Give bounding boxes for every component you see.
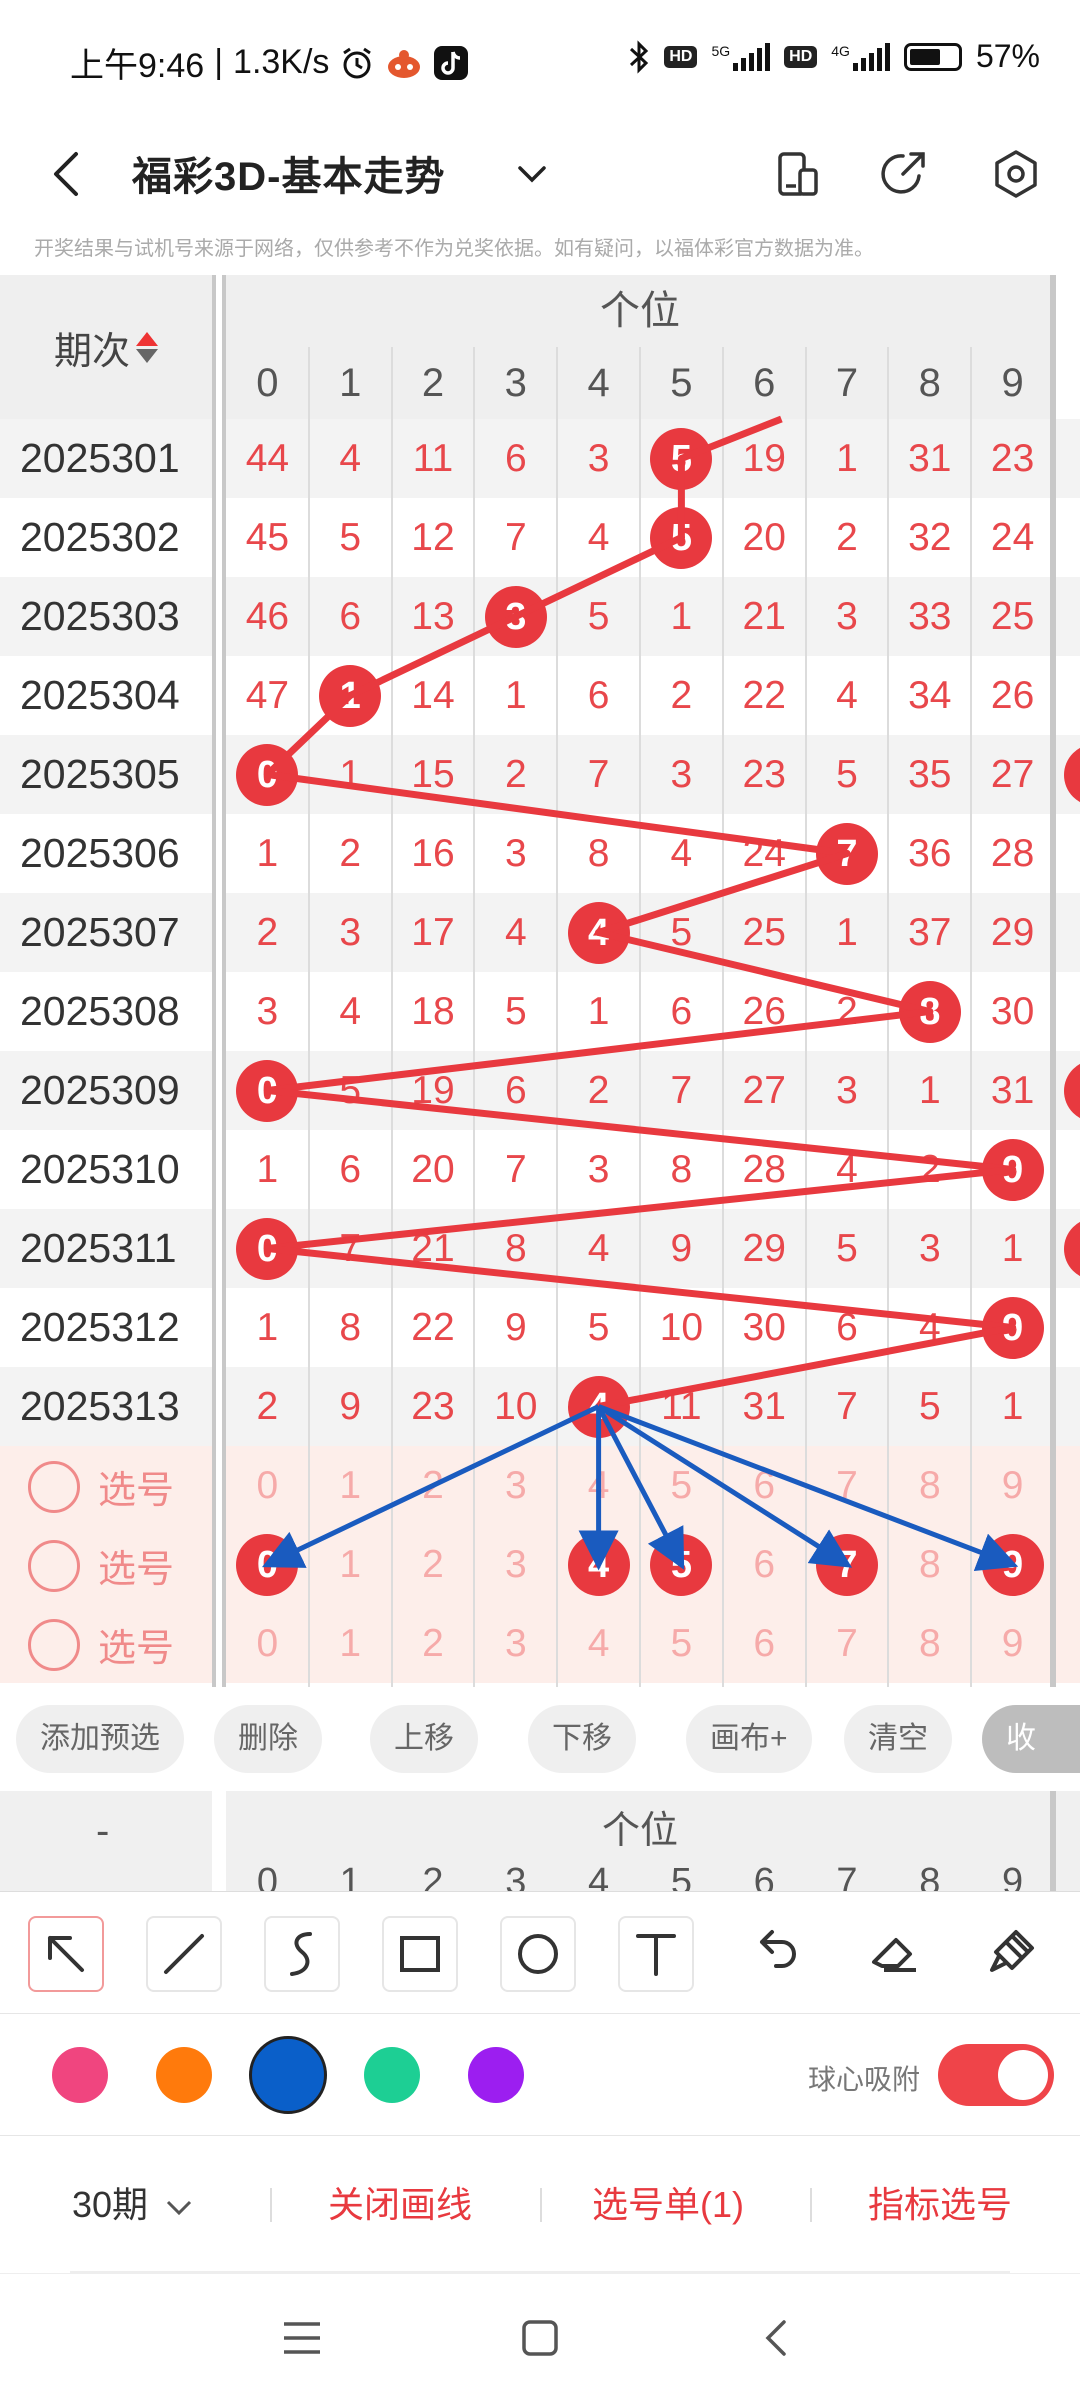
signal-5g: 5G bbox=[711, 42, 771, 71]
close-lines-button[interactable]: 关闭画线 bbox=[328, 2176, 472, 2228]
trend-line-segment bbox=[512, 534, 685, 620]
share-icon[interactable] bbox=[875, 146, 931, 202]
indicator-pick-button[interactable]: 指标选号 bbox=[868, 2176, 1012, 2228]
network-speed: 1.3K/s bbox=[233, 43, 330, 81]
battery-icon bbox=[903, 42, 962, 71]
disclaimer-text: 开奖结果与试机号来源于网络，仅供参考不作为兑奖依据。如有疑问，以福体彩官方数据为… bbox=[34, 238, 874, 260]
trend-line-segment bbox=[263, 1245, 1017, 1331]
status-left: 上午9:46 | 1.3K/s bbox=[70, 38, 469, 87]
color-swatch[interactable] bbox=[156, 2047, 212, 2103]
peek-digit-4: 4 bbox=[588, 1861, 610, 1891]
pick-list-button[interactable]: 选号单(1) bbox=[592, 2176, 744, 2228]
clear-brush-icon[interactable] bbox=[976, 1916, 1052, 1992]
separator bbox=[540, 2188, 542, 2222]
circle-tool-icon[interactable] bbox=[500, 1916, 576, 1992]
trend-line-overlay bbox=[261, 415, 1019, 1572]
device-icon[interactable] bbox=[770, 146, 826, 202]
hd-badge-2: HD bbox=[784, 45, 818, 68]
trend-line-segment bbox=[263, 1166, 1017, 1252]
curve-tool-icon[interactable] bbox=[264, 1916, 340, 1992]
network-type-2: 4G bbox=[831, 42, 850, 59]
period-count-label: 30期 bbox=[72, 2184, 149, 2225]
bluetooth-icon bbox=[630, 39, 649, 74]
back-nav-icon[interactable] bbox=[756, 2316, 800, 2360]
color-palette: 球心吸附 bbox=[0, 2013, 1080, 2135]
alarm-icon bbox=[343, 47, 372, 78]
chevron-down-icon[interactable] bbox=[512, 154, 552, 194]
period-count-select[interactable]: 30期 bbox=[72, 2176, 196, 2228]
trend-line-segment bbox=[263, 771, 851, 857]
action-bar: 添加预选 删除 上移 下移 画布+ 清空 收起 bbox=[0, 1687, 1080, 1823]
peek-digit-9: 9 bbox=[1002, 1861, 1024, 1891]
page-title[interactable]: 福彩3D-基本走势 bbox=[132, 144, 445, 202]
peek-digit-7: 7 bbox=[836, 1861, 858, 1891]
app-notification-icon bbox=[388, 49, 421, 78]
trend-line-segment bbox=[346, 613, 520, 699]
status-right: HD 5G HD 4G 57% bbox=[628, 38, 1040, 75]
back-arrow-icon[interactable] bbox=[42, 146, 92, 202]
signal-4g: 4G bbox=[831, 42, 890, 71]
trend-line-segment bbox=[595, 850, 851, 936]
status-separator: | bbox=[214, 43, 224, 81]
add-preselect-button[interactable]: 添加预选 bbox=[16, 1705, 184, 1773]
peek-digits: 0 1 2 3 4 5 6 7 8 9 bbox=[226, 1861, 1054, 1891]
peek-digit-5: 5 bbox=[670, 1861, 692, 1891]
snap-toggle[interactable] bbox=[938, 2044, 1054, 2106]
bottom-bar: 30期 关闭画线 选号单(1) 指标选号 bbox=[0, 2135, 1080, 2273]
color-swatch[interactable] bbox=[364, 2047, 420, 2103]
peek-group-label: 个位 bbox=[601, 1810, 678, 1852]
signal-bars-2-icon bbox=[852, 42, 890, 71]
text-tool-icon[interactable] bbox=[618, 1916, 694, 1992]
signal-bars-1-icon bbox=[733, 42, 771, 71]
status-bar: 上午9:46 | 1.3K/s HD 5G HD 4G 57% bbox=[0, 0, 1080, 118]
separator bbox=[270, 2188, 272, 2222]
arrow-tool-icon[interactable] bbox=[28, 1916, 104, 1992]
menu-icon[interactable] bbox=[280, 2316, 324, 2360]
snap-label: 球心吸附 bbox=[808, 2064, 921, 2095]
undo-icon[interactable] bbox=[740, 1916, 816, 1992]
trend-line-segment bbox=[595, 1324, 1017, 1410]
peek-digit-6: 6 bbox=[753, 1861, 775, 1891]
secondary-table-peek: - 个位 0 1 2 3 4 5 6 7 8 9 bbox=[0, 1791, 1080, 1891]
peek-digit-0: 0 bbox=[256, 1861, 278, 1891]
settings-icon[interactable] bbox=[988, 146, 1044, 202]
canvas-plus-button[interactable]: 画布+ bbox=[686, 1705, 812, 1773]
pick-arrow bbox=[261, 1404, 600, 1568]
network-type-1: 5G bbox=[711, 42, 731, 59]
move-up-button[interactable]: 上移 bbox=[370, 1705, 478, 1773]
peek-period-label: - bbox=[96, 1809, 110, 1853]
delete-button[interactable]: 删除 bbox=[214, 1705, 322, 1773]
app-header: 福彩3D-基本走势 bbox=[0, 118, 1080, 230]
peek-digit-1: 1 bbox=[339, 1861, 361, 1891]
line-tool-icon[interactable] bbox=[146, 1916, 222, 1992]
peek-digit-3: 3 bbox=[505, 1861, 527, 1891]
peek-divider bbox=[212, 1791, 226, 1891]
color-swatch[interactable] bbox=[52, 2047, 108, 2103]
eraser-icon[interactable] bbox=[858, 1916, 934, 1992]
trend-line-segment bbox=[595, 929, 934, 1015]
rectangle-tool-icon[interactable] bbox=[382, 1916, 458, 1992]
color-swatch[interactable] bbox=[468, 2047, 524, 2103]
trend-line-segment bbox=[263, 1008, 934, 1094]
clock-time: 上午9:46 bbox=[70, 47, 205, 85]
peek-digit-8: 8 bbox=[919, 1861, 941, 1891]
tiktok-icon bbox=[434, 45, 469, 80]
color-swatch[interactable] bbox=[249, 2036, 327, 2114]
separator bbox=[810, 2188, 812, 2222]
battery-percent: 57% bbox=[975, 38, 1040, 74]
trend-line-segment bbox=[263, 1087, 1017, 1173]
hd-badge-1: HD bbox=[664, 45, 698, 68]
drawing-toolbar bbox=[0, 1891, 1080, 2013]
trend-line-segment bbox=[263, 692, 354, 778]
trend-table: 期次 个位 0123456789 2025301 44 4 11 6 3 19 1 31 23 20… bbox=[0, 275, 1080, 1687]
trend-lead-line bbox=[680, 415, 783, 462]
chevron-down-icon bbox=[167, 2201, 192, 2216]
move-down-button[interactable]: 下移 bbox=[528, 1705, 636, 1773]
clear-button[interactable]: 清空 bbox=[844, 1705, 952, 1773]
home-icon[interactable] bbox=[518, 2316, 562, 2360]
collapse-button[interactable]: 收起 bbox=[982, 1705, 1080, 1823]
peek-digit-2: 2 bbox=[422, 1861, 444, 1891]
system-nav-bar bbox=[0, 2273, 1080, 2400]
